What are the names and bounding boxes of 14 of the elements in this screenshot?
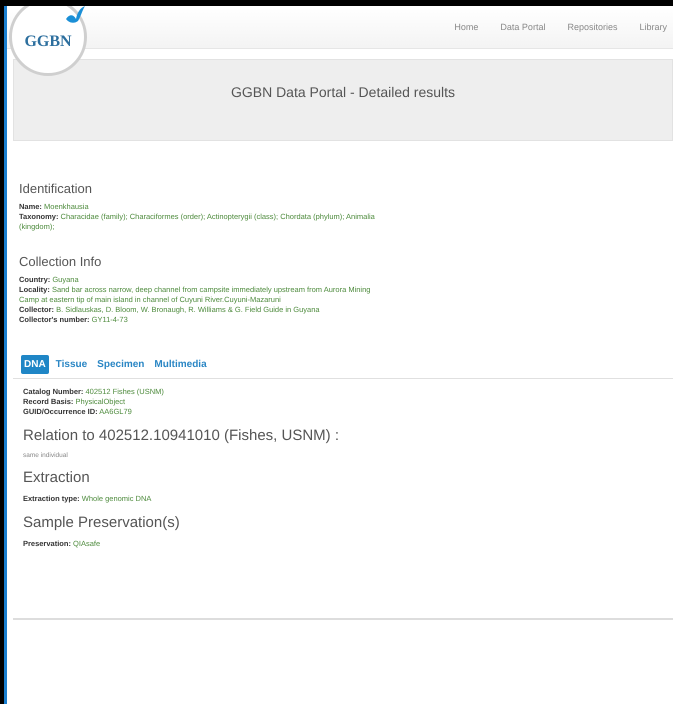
nav-link[interactable]: Library (639, 22, 667, 32)
section-heading: Collection Info (19, 254, 102, 269)
nav-link[interactable]: Home (454, 22, 478, 32)
tab[interactable]: Tissue (52, 355, 90, 374)
relation-heading: Relation to 402512.10941010 (Fishes, USNM) : (23, 427, 340, 444)
tab[interactable]: Specimen (94, 355, 148, 374)
section-heading: Sample Preservation(s) (23, 514, 181, 531)
section-heading: Identification (19, 181, 93, 196)
tab[interactable]: Multimedia (151, 355, 210, 374)
page-title: GGBN Data Portal - Detailed results (230, 84, 456, 100)
nav-link[interactable]: Repositories (567, 22, 618, 32)
tab[interactable]: DNA (21, 355, 49, 374)
section-heading: Extraction (23, 469, 91, 486)
nav-link[interactable]: Data Portal (500, 22, 546, 32)
